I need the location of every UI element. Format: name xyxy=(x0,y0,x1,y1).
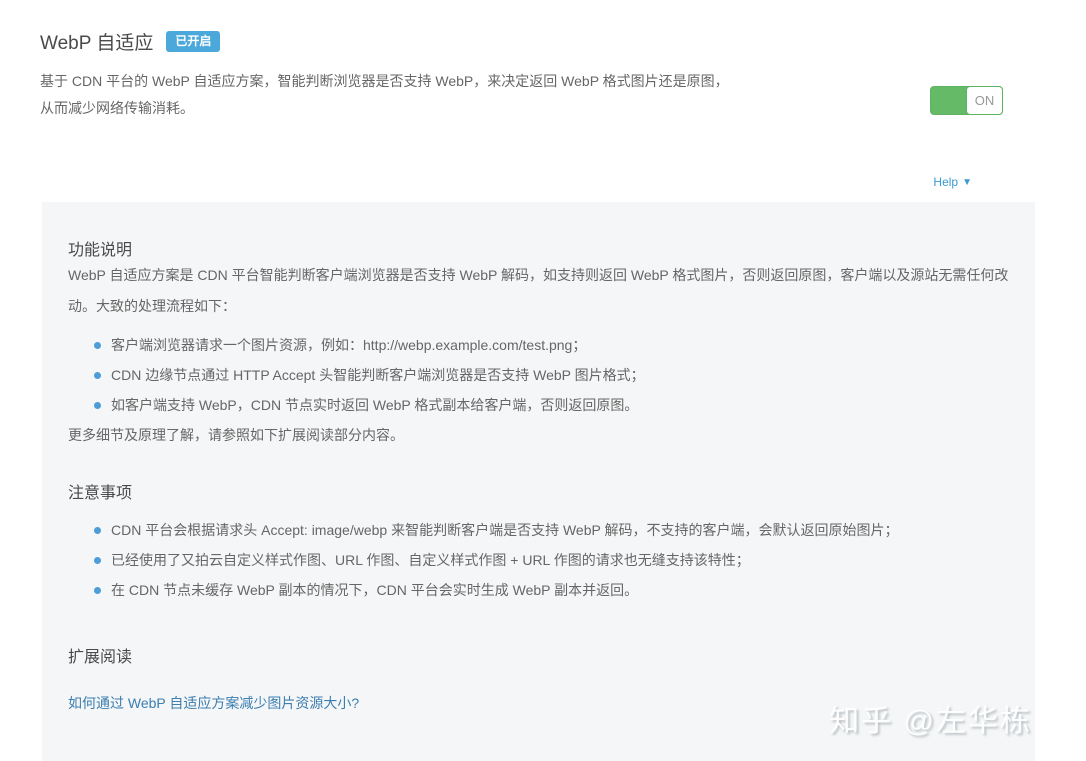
bullet-icon xyxy=(94,402,101,409)
bullet-icon xyxy=(94,372,101,379)
list-item: 在 CDN 节点未缓存 WebP 副本的情况下，CDN 平台会实时生成 WebP… xyxy=(94,575,1009,605)
feature-intro: WebP 自适应方案是 CDN 平台智能判断客户端浏览器是否支持 WebP 解码… xyxy=(68,260,1009,322)
feature-outro: 更多细节及原理了解，请参照如下扩展阅读部分内容。 xyxy=(68,420,1009,451)
webp-settings-page: WebP 自适应 已开启 基于 CDN 平台的 WebP 自适应方案，智能判断浏… xyxy=(0,0,1086,761)
notes-bullet-list: CDN 平台会根据请求头 Accept: image/webp 来智能判断客户端… xyxy=(68,515,1009,605)
webp-toggle-switch[interactable]: ON xyxy=(930,86,1003,115)
list-item-text: 客户端浏览器请求一个图片资源，例如：http://webp.example.co… xyxy=(111,337,586,353)
section-heading-feature: 功能说明 xyxy=(68,236,1009,260)
list-item: 客户端浏览器请求一个图片资源，例如：http://webp.example.co… xyxy=(94,330,1009,360)
bullet-icon xyxy=(94,342,101,349)
list-item-text: 如客户端支持 WebP，CDN 节点实时返回 WebP 格式副本给客户端，否则返… xyxy=(111,397,638,413)
title-row: WebP 自适应 已开启 xyxy=(40,28,1046,55)
feature-description: 基于 CDN 平台的 WebP 自适应方案，智能判断浏览器是否支持 WebP，来… xyxy=(40,68,740,122)
toggle-on-knob[interactable]: ON xyxy=(966,86,1003,115)
list-item-text: 已经使用了又拍云自定义样式作图、URL 作图、自定义样式作图 + URL 作图的… xyxy=(111,552,750,568)
section-heading-notes: 注意事项 xyxy=(68,479,1009,503)
list-item-text: CDN 边缘节点通过 HTTP Accept 头智能判断客户端浏览器是否支持 W… xyxy=(111,367,645,383)
caret-down-icon: ▼ xyxy=(962,177,972,188)
list-item: 已经使用了又拍云自定义样式作图、URL 作图、自定义样式作图 + URL 作图的… xyxy=(94,545,1009,575)
list-item: 如客户端支持 WebP，CDN 节点实时返回 WebP 格式副本给客户端，否则返… xyxy=(94,390,1009,420)
list-item-text: CDN 平台会根据请求头 Accept: image/webp 来智能判断客户端… xyxy=(111,522,898,538)
help-label: Help xyxy=(933,175,958,189)
help-link[interactable]: Help ▼ xyxy=(933,175,972,189)
list-item-text: 在 CDN 节点未缓存 WebP 副本的情况下，CDN 平台会实时生成 WebP… xyxy=(111,582,638,598)
help-row: Help ▼ xyxy=(933,173,972,191)
status-badge: 已开启 xyxy=(166,31,220,52)
reading-link[interactable]: 如何通过 WebP 自适应方案减少图片资源大小? xyxy=(68,693,359,713)
section-heading-reading: 扩展阅读 xyxy=(68,643,1009,667)
page-header: WebP 自适应 已开启 基于 CDN 平台的 WebP 自适应方案，智能判断浏… xyxy=(0,0,1086,122)
bullet-icon xyxy=(94,587,101,594)
bullet-icon xyxy=(94,557,101,564)
info-panel: 功能说明 WebP 自适应方案是 CDN 平台智能判断客户端浏览器是否支持 We… xyxy=(42,202,1035,761)
list-item: CDN 边缘节点通过 HTTP Accept 头智能判断客户端浏览器是否支持 W… xyxy=(94,360,1009,390)
list-item: CDN 平台会根据请求头 Accept: image/webp 来智能判断客户端… xyxy=(94,515,1009,545)
feature-bullet-list: 客户端浏览器请求一个图片资源，例如：http://webp.example.co… xyxy=(68,330,1009,420)
bullet-icon xyxy=(94,527,101,534)
page-title: WebP 自适应 xyxy=(40,28,153,55)
